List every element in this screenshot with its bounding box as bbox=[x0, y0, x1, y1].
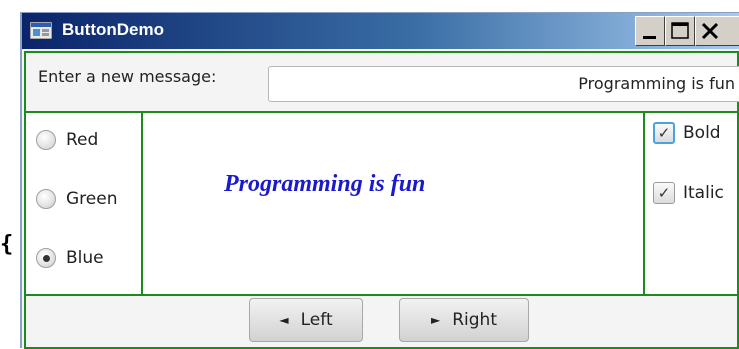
maximize-button[interactable] bbox=[665, 16, 695, 46]
message-display-text: Programming is fun bbox=[224, 171, 426, 197]
radio-blue[interactable]: Blue bbox=[36, 245, 104, 271]
button-demo-window: ButtonDemo Enter a new message: Programm… bbox=[20, 12, 739, 349]
message-input-pane: Enter a new message: Programming is fun bbox=[24, 51, 739, 111]
radio-blue-label: Blue bbox=[66, 248, 104, 268]
display-pane: Red Green Blue Programming is fun ✓ Bold bbox=[24, 111, 739, 296]
close-icon bbox=[701, 22, 719, 40]
checkmark-icon: ✓ bbox=[653, 182, 675, 204]
right-button[interactable]: ► Right bbox=[399, 298, 529, 342]
right-button-label: Right bbox=[452, 310, 497, 330]
right-arrow-icon: ► bbox=[430, 313, 441, 327]
radio-red-label: Red bbox=[66, 130, 99, 150]
radio-green[interactable]: Green bbox=[36, 186, 117, 212]
radio-green-label: Green bbox=[66, 189, 118, 209]
title-bar[interactable]: ButtonDemo bbox=[22, 13, 739, 49]
close-button[interactable] bbox=[695, 16, 739, 46]
checkmark-icon: ✓ bbox=[653, 122, 675, 144]
stray-brace-glyph: { bbox=[0, 232, 14, 257]
checkbox-italic-label: Italic bbox=[683, 183, 724, 203]
left-arrow-icon: ◄ bbox=[279, 313, 289, 327]
checkbox-italic[interactable]: ✓ Italic bbox=[653, 180, 724, 206]
radio-indicator-selected bbox=[36, 248, 56, 268]
app-window-icon bbox=[30, 22, 52, 39]
message-text-field[interactable]: Programming is fun bbox=[268, 66, 739, 102]
minimize-icon bbox=[643, 36, 656, 39]
radio-indicator bbox=[36, 130, 56, 150]
maximize-icon bbox=[671, 22, 689, 39]
color-radio-group: Red Green Blue bbox=[26, 113, 143, 294]
font-style-checkbox-group: ✓ Bold ✓ Italic bbox=[643, 113, 739, 294]
minimize-button[interactable] bbox=[635, 16, 665, 46]
radio-red[interactable]: Red bbox=[36, 127, 98, 153]
left-button[interactable]: ◄ Left bbox=[249, 298, 363, 342]
radio-indicator bbox=[36, 189, 56, 209]
left-button-label: Left bbox=[300, 310, 333, 330]
window-content: Enter a new message: Programming is fun … bbox=[22, 49, 739, 349]
window-title: ButtonDemo bbox=[62, 20, 164, 39]
button-pane: ◄ Left ► Right bbox=[24, 296, 739, 349]
checkbox-bold-label: Bold bbox=[683, 123, 721, 143]
message-prompt-label: Enter a new message: bbox=[38, 67, 217, 86]
checkbox-bold[interactable]: ✓ Bold bbox=[653, 120, 721, 146]
